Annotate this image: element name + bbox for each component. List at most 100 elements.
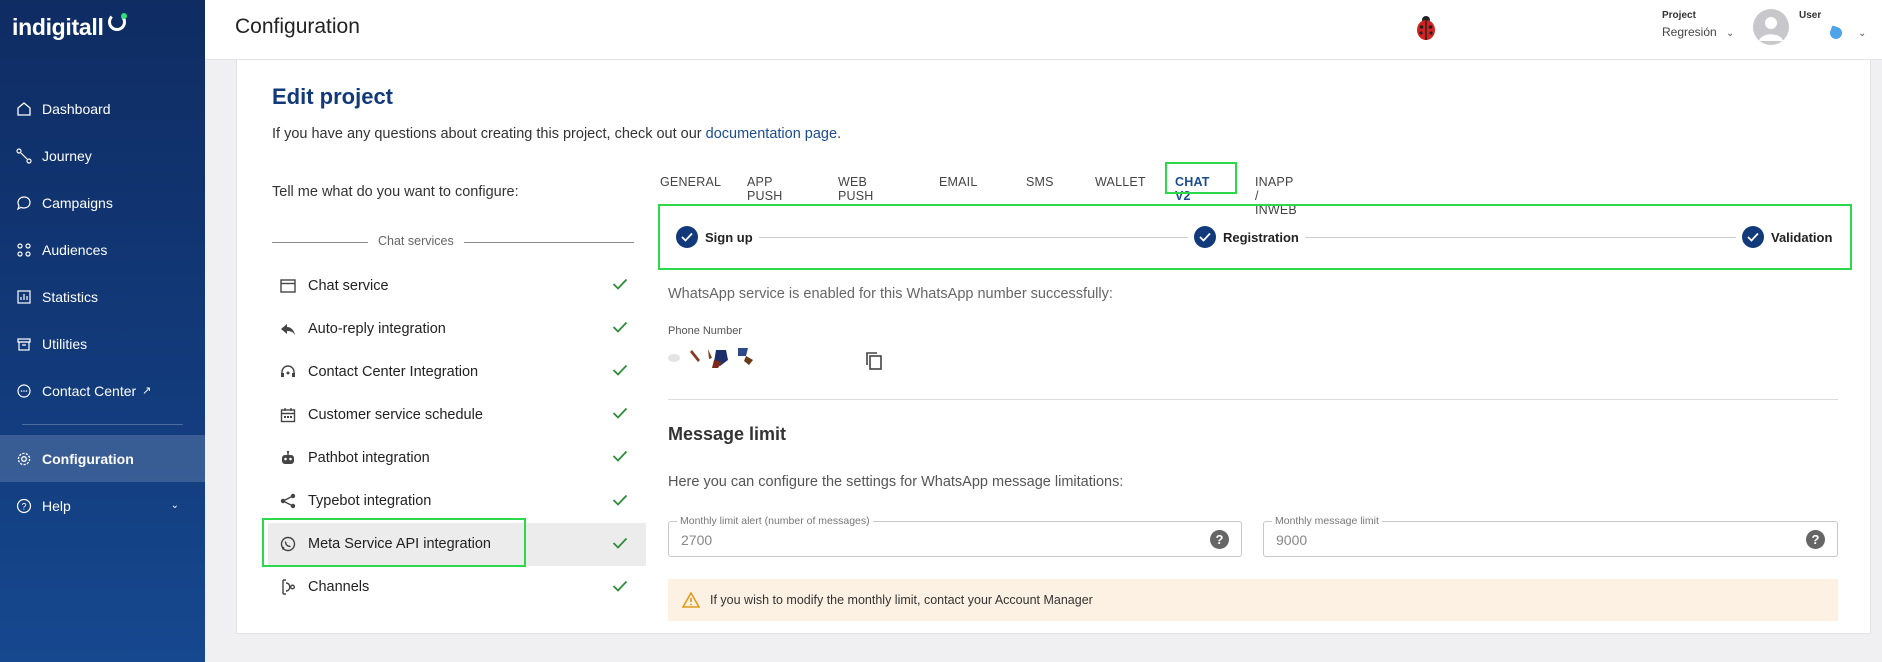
check-icon	[612, 579, 628, 597]
logo: indigitall	[12, 14, 104, 40]
chat-bubble-icon	[14, 193, 34, 213]
sidebar-item-label: Campaigns	[42, 194, 113, 211]
chevron-down-icon[interactable]: ⌄	[1858, 28, 1866, 39]
sidebar-item-contact-center[interactable]: Contact Center ↗	[0, 367, 205, 414]
intro-suffix: .	[837, 126, 842, 142]
service-item[interactable]: Channels	[268, 566, 646, 609]
section-divider	[668, 399, 1838, 400]
gear-icon	[14, 449, 34, 469]
channels-icon	[278, 578, 298, 596]
check-icon	[612, 536, 628, 554]
sidebar: indigitall Dashboard Journey Campaigns A…	[0, 0, 205, 662]
message-limit-title: Message limit	[668, 424, 787, 444]
window-icon	[278, 278, 298, 293]
tab-web-push[interactable]: WEB PUSH	[838, 175, 874, 203]
check-icon	[612, 363, 628, 381]
top-header: Configuration Project Regresión ⌄ User ⌄	[205, 0, 1882, 60]
project-selector[interactable]: Project Regresión ⌄	[1662, 10, 1734, 39]
message-limit-description: Here you can configure the settings for …	[668, 474, 1124, 490]
service-label: Contact Center Integration	[308, 363, 479, 380]
sidebar-item-label: Dashboard	[42, 100, 111, 117]
sidebar-item-audiences[interactable]: Audiences	[0, 226, 205, 273]
copy-icon[interactable]	[864, 350, 884, 377]
logo-dot-icon	[121, 13, 127, 19]
sidebar-item-label: Utilities	[42, 335, 88, 352]
chat-dots-icon	[14, 381, 34, 401]
step-validation: Validation	[1736, 226, 1839, 248]
chevron-down-icon: ⌄	[1726, 28, 1735, 39]
chevron-down-icon[interactable]: ⌄	[171, 500, 179, 511]
sidebar-item-dashboard[interactable]: Dashboard	[0, 85, 205, 132]
check-circle-icon	[1742, 226, 1764, 248]
step-registration: Registration	[1188, 226, 1305, 248]
field-value: 9000	[1276, 532, 1308, 548]
project-value: Regresión ⌄	[1662, 25, 1734, 39]
step-sign-up: Sign up	[670, 226, 759, 248]
sidebar-item-label: Statistics	[42, 288, 99, 305]
sidebar-item-label: Journey	[42, 147, 92, 164]
monthly-message-limit-field[interactable]: Monthly message limit 9000 ?	[1263, 515, 1838, 557]
statistics-icon	[14, 287, 34, 307]
archive-icon	[14, 334, 34, 354]
check-icon	[612, 493, 628, 511]
field-label: Monthly message limit	[1272, 515, 1382, 527]
intro-text: If you have any questions about creating…	[272, 126, 841, 142]
sidebar-nav: Dashboard Journey Campaigns Audiences St…	[0, 85, 205, 529]
page-title: Configuration	[235, 15, 360, 38]
sidebar-item-campaigns[interactable]: Campaigns	[0, 179, 205, 226]
service-item[interactable]: Customer service schedule	[268, 393, 646, 436]
intro-prefix: If you have any questions about creating…	[272, 126, 706, 142]
tab-wallet[interactable]: WALLET	[1095, 175, 1146, 189]
tab-email[interactable]: EMAIL	[939, 175, 978, 189]
home-icon	[14, 99, 34, 119]
check-circle-icon	[1194, 226, 1216, 248]
tab-general[interactable]: GENERAL	[660, 175, 721, 189]
tab-highlight	[1165, 162, 1237, 194]
check-icon	[612, 449, 628, 467]
check-circle-icon	[676, 226, 698, 248]
tab-app-push[interactable]: APP PUSH	[747, 175, 783, 203]
field-value: 2700	[681, 532, 713, 548]
project-label: Project	[1662, 10, 1696, 21]
journey-icon	[14, 146, 34, 166]
step-label: Validation	[1771, 229, 1833, 245]
service-item[interactable]: Typebot integration	[268, 480, 646, 523]
robot-icon	[278, 450, 298, 466]
service-label: Customer service schedule	[308, 406, 483, 423]
tab-sms[interactable]: SMS	[1026, 175, 1054, 189]
phone-number-redacted	[666, 344, 796, 375]
step-label: Registration	[1223, 229, 1299, 245]
service-item[interactable]: Pathbot integration	[268, 436, 646, 479]
ladybug-icon	[1413, 14, 1439, 47]
help-icon[interactable]: ?	[1806, 530, 1825, 549]
avatar[interactable]	[1753, 9, 1789, 45]
phone-number-label: Phone Number	[668, 325, 742, 337]
enabled-message: WhatsApp service is enabled for this Wha…	[668, 286, 1113, 302]
check-icon	[612, 320, 628, 338]
help-icon[interactable]: ?	[1210, 530, 1229, 549]
sidebar-item-journey[interactable]: Journey	[0, 132, 205, 179]
selection-highlight	[262, 518, 526, 567]
step-label: Sign up	[705, 229, 753, 245]
service-item[interactable]: Chat service	[268, 264, 646, 307]
sidebar-item-label: Configuration	[42, 450, 134, 467]
warning-icon	[682, 592, 700, 608]
sidebar-item-statistics[interactable]: Statistics	[0, 273, 205, 320]
configure-prompt: Tell me what do you want to configure:	[272, 184, 519, 200]
service-item[interactable]: Auto-reply integration	[268, 307, 646, 350]
warning-banner: If you wish to modify the monthly limit,…	[668, 579, 1838, 621]
sidebar-item-utilities[interactable]: Utilities	[0, 320, 205, 367]
user-label: User	[1799, 10, 1822, 21]
reply-icon	[278, 322, 298, 336]
external-link-icon: ↗	[142, 385, 152, 397]
check-icon	[612, 277, 628, 295]
sidebar-item-help[interactable]: ? Help ⌄	[0, 482, 205, 529]
monthly-limit-alert-field[interactable]: Monthly limit alert (number of messages)…	[668, 515, 1242, 557]
sidebar-item-configuration[interactable]: Configuration	[0, 435, 205, 482]
share-icon	[278, 493, 298, 509]
field-label: Monthly limit alert (number of messages)	[677, 515, 873, 527]
service-item[interactable]: Contact Center Integration	[268, 350, 646, 393]
documentation-link[interactable]: documentation page	[706, 126, 837, 142]
stepper: Sign up Registration Validation	[658, 204, 1852, 270]
sidebar-item-label: Help	[42, 497, 71, 514]
